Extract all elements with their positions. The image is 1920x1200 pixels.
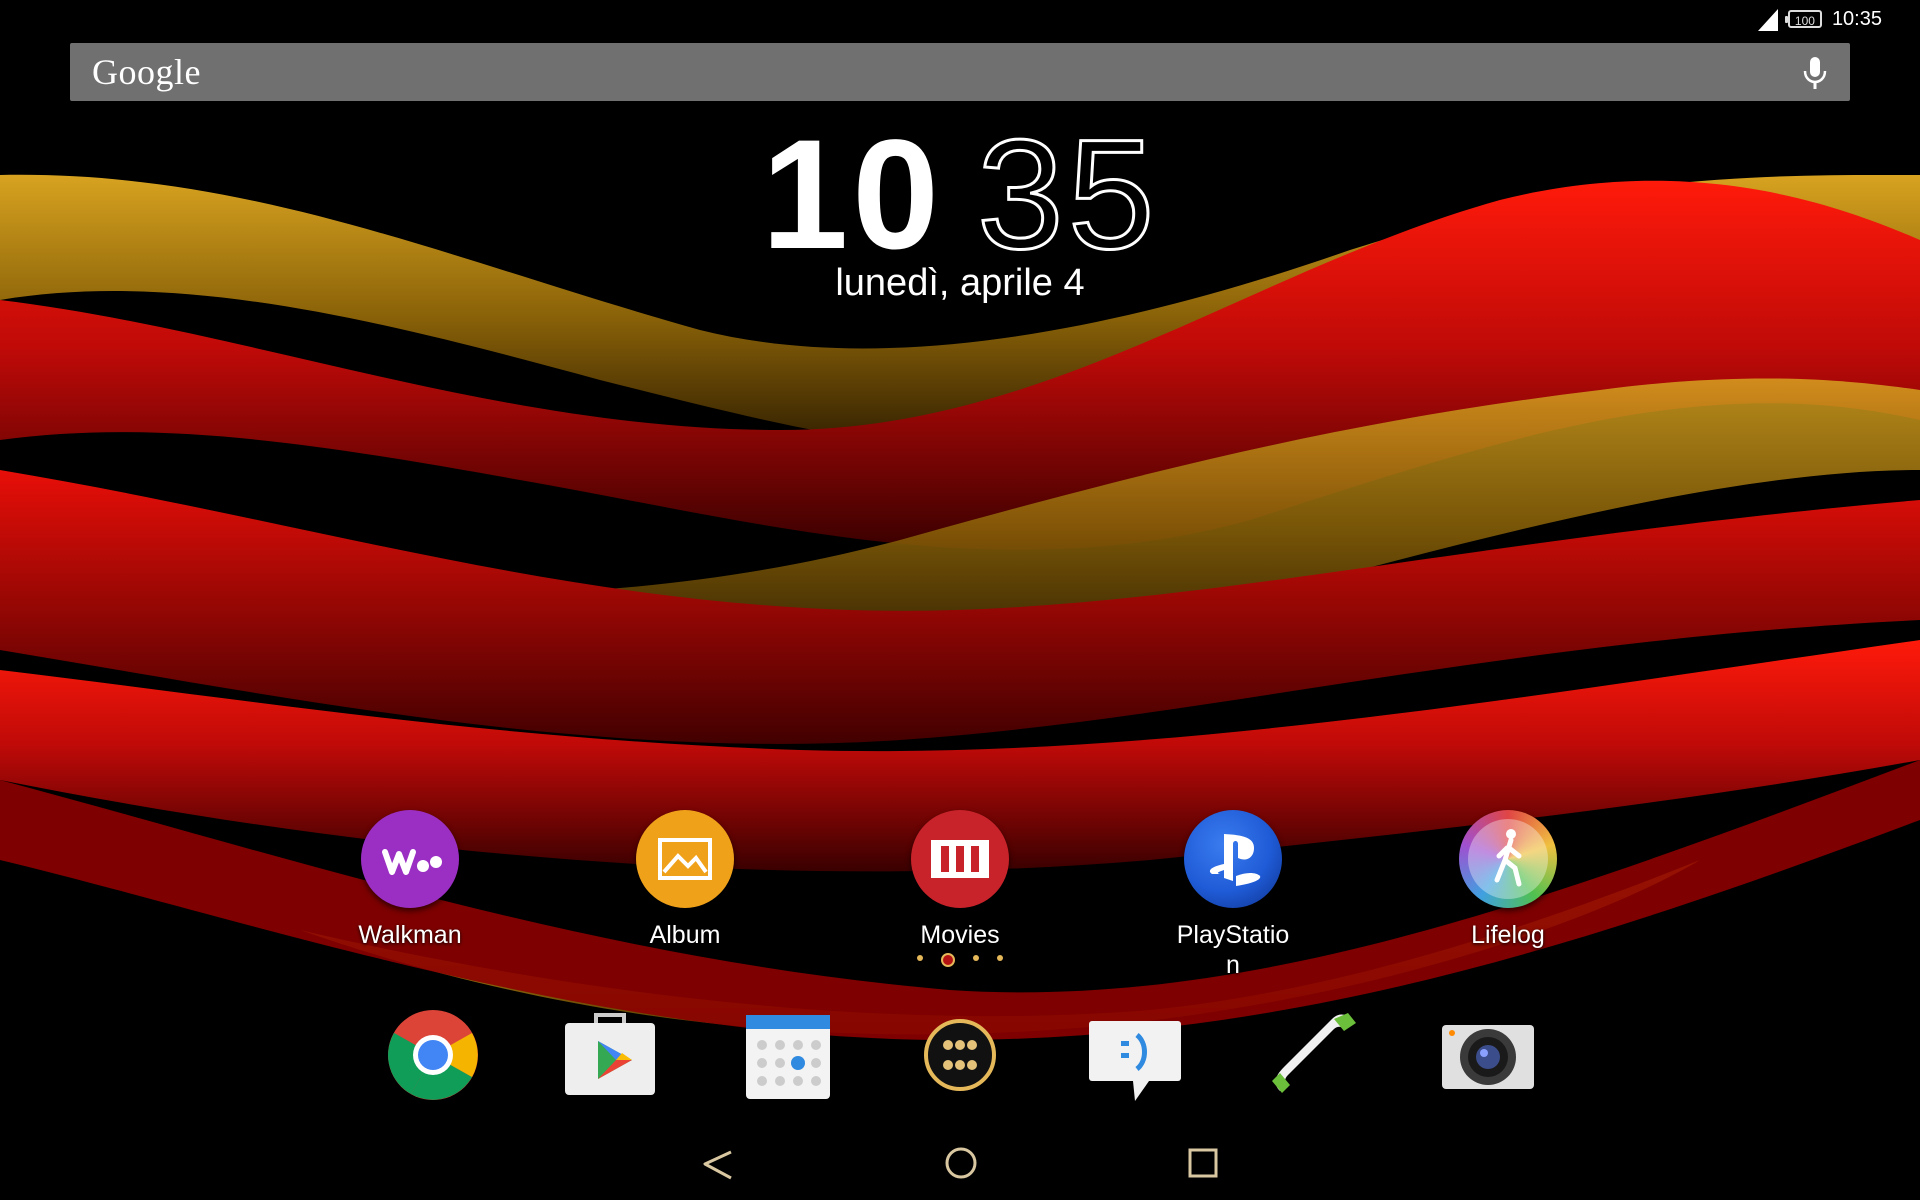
page-dot[interactable] [917, 955, 923, 961]
chrome-icon[interactable] [383, 1005, 483, 1105]
dock [0, 1005, 1920, 1115]
phone-icon[interactable] [1262, 1005, 1362, 1105]
app-label: PlayStatio n [1176, 921, 1290, 979]
app-label: Walkman [358, 921, 462, 949]
camera-icon[interactable] [1438, 1005, 1538, 1105]
page-indicator[interactable] [0, 952, 1920, 967]
app-walkman[interactable]: Walkman [330, 810, 490, 950]
page-dot-active[interactable] [941, 953, 955, 967]
home-icon[interactable] [936, 1140, 986, 1190]
app-lifelog[interactable]: Lifelog [1428, 810, 1588, 950]
date-label: lunedì, aprile 4 [835, 262, 1085, 304]
app-label: Lifelog [1471, 921, 1545, 949]
navigation-bar [0, 1140, 1920, 1190]
page-dot[interactable] [973, 955, 979, 961]
microphone-icon[interactable] [1802, 55, 1828, 91]
google-logo: Google [92, 52, 201, 92]
movies-icon [911, 810, 1009, 908]
page-dot[interactable] [997, 955, 1003, 961]
walkman-icon [361, 810, 459, 908]
app-movies[interactable]: Movies [880, 810, 1040, 950]
google-search-bar[interactable]: Google [70, 43, 1850, 101]
status-time: 10:35 [1831, 7, 1882, 30]
app-label: Album [649, 921, 721, 949]
lifelog-icon [1459, 810, 1557, 908]
calendar-icon[interactable] [738, 1005, 838, 1105]
status-bar: 100 10:35 [1660, 0, 1920, 38]
app-drawer-icon[interactable] [910, 1005, 1010, 1105]
playstation-icon [1184, 810, 1282, 908]
battery-level: 100 [1794, 14, 1815, 28]
play-store-icon[interactable] [560, 1005, 660, 1105]
back-icon[interactable] [693, 1140, 743, 1190]
app-album[interactable]: Album [605, 810, 765, 950]
recents-icon[interactable] [1178, 1140, 1228, 1190]
signal-icon [1757, 9, 1778, 31]
messaging-icon[interactable] [1085, 1005, 1185, 1105]
battery-icon: 100 [1784, 10, 1822, 28]
clock-hours: 10 [761, 108, 943, 282]
clock-minutes: 35 [976, 108, 1159, 282]
album-icon [636, 810, 734, 908]
clock-widget[interactable]: 10 35 [0, 114, 1920, 277]
app-label: Movies [920, 921, 1000, 949]
